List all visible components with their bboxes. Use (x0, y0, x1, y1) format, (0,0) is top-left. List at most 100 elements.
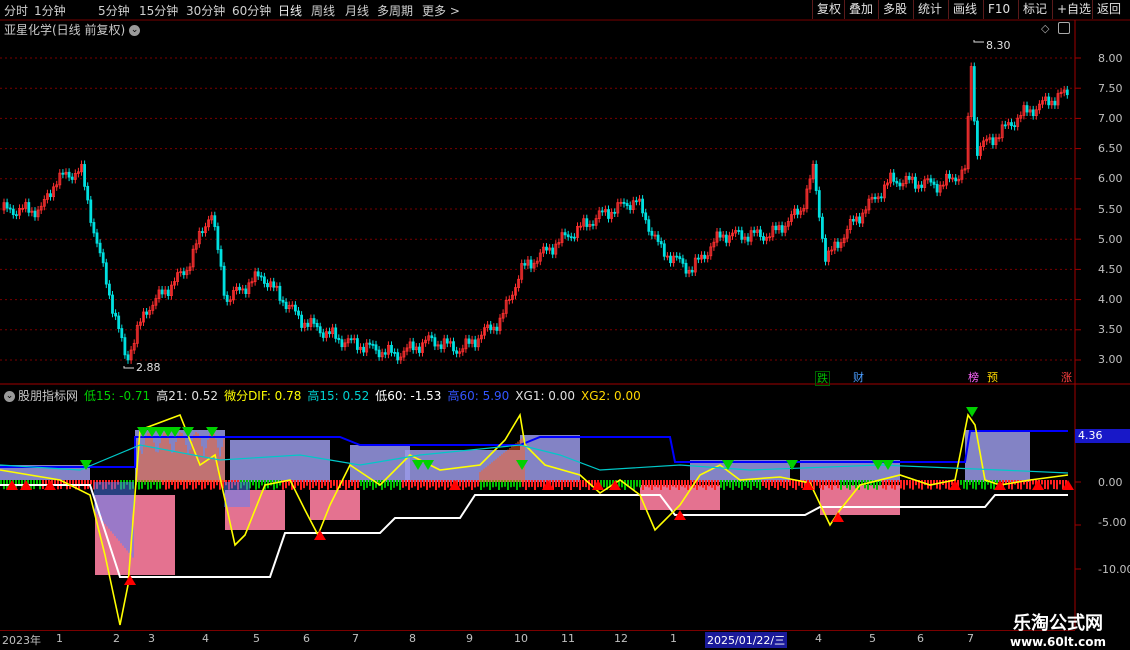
candle-body (817, 190, 821, 218)
add-watchlist-button[interactable]: +自选 (1052, 0, 1095, 19)
event-badge-finance[interactable]: 财 (852, 371, 865, 384)
zero-band-bar (867, 480, 869, 490)
candle-body (1031, 109, 1035, 117)
watermark-title: 乐淘公式网 (1013, 613, 1103, 634)
candle-body (216, 226, 220, 250)
zero-band-bar (726, 480, 728, 487)
candle-body (259, 275, 263, 278)
zero-band-bar (687, 480, 689, 490)
zero-band-bar (753, 480, 755, 487)
zero-band-bar (327, 480, 329, 490)
zero-band-bar (783, 480, 785, 489)
zero-band-bar (330, 480, 332, 489)
zero-band-bar (1044, 480, 1046, 489)
mark-button[interactable]: 标记 (1018, 0, 1051, 19)
candle-body (644, 212, 648, 221)
chevron-down-icon[interactable]: ⌄ (129, 25, 141, 36)
period-tab-60min[interactable]: 60分钟 (232, 2, 271, 19)
event-badge-forecast[interactable]: 预 (986, 371, 999, 384)
event-badge-rise[interactable]: 涨 (1060, 371, 1073, 384)
zero-band-bar (426, 480, 428, 490)
positive-area (230, 440, 330, 482)
diamond-icon[interactable]: ◇ (1041, 22, 1049, 35)
indicator-chart[interactable] (0, 385, 1130, 630)
zero-band-bar (303, 480, 305, 489)
zero-band-bar (993, 480, 995, 490)
candle-body (858, 216, 861, 224)
candle-body (895, 180, 899, 184)
candle-body (892, 172, 896, 182)
indicator-name[interactable]: 股朋指标网 (18, 389, 78, 403)
period-tab-weekly[interactable]: 周线 (311, 2, 335, 19)
period-tab-multi[interactable]: 多周期 (377, 2, 413, 19)
adjust-button[interactable]: 复权 (812, 0, 845, 19)
date-label: 1 (56, 632, 63, 645)
candle-body (675, 255, 679, 258)
period-tab-daily[interactable]: 日线 (278, 2, 302, 19)
candle-body (160, 289, 164, 295)
candle-body (219, 249, 223, 267)
zero-band-bar (366, 480, 368, 488)
price-tick: 8.00 (1098, 52, 1123, 65)
candle-body (300, 314, 304, 328)
candle-body (613, 211, 617, 214)
period-tab-15min[interactable]: 15分钟 (139, 2, 178, 19)
candle-body (126, 354, 130, 361)
chevron-down-icon[interactable]: ⌄ (4, 391, 15, 402)
zero-band-bar (531, 480, 533, 487)
period-tab-more[interactable]: 更多 > (422, 2, 460, 19)
period-tab-1min[interactable]: 1分钟 (34, 2, 66, 19)
zero-band-bar (276, 480, 278, 489)
zero-band-bar (561, 480, 563, 490)
overlay-button[interactable]: 叠加 (844, 0, 877, 19)
period-tab-fenshi[interactable]: 分时 (4, 2, 28, 19)
period-tab-30min[interactable]: 30分钟 (186, 2, 225, 19)
candle-body (662, 243, 666, 257)
period-tab-monthly[interactable]: 月线 (345, 2, 369, 19)
zero-band-bar (579, 480, 581, 490)
candle-body (718, 231, 722, 238)
zero-band-bar (369, 480, 371, 487)
candle-body (355, 338, 359, 350)
back-button[interactable]: 返回 (1092, 0, 1125, 19)
zero-band-bar (411, 480, 413, 488)
zero-band-bar (1059, 480, 1061, 485)
zero-band-bar (1032, 480, 1034, 485)
zero-band-bar (885, 480, 887, 490)
zero-band-bar (582, 480, 584, 487)
event-badge-list[interactable]: 榜 (967, 371, 980, 384)
indicator-value-low15: 低15: -0.71 (84, 389, 151, 403)
candle-body (600, 210, 604, 213)
zero-band-bar (720, 480, 722, 488)
positive-area (690, 460, 790, 482)
candle-body (929, 178, 933, 183)
draw-line-button[interactable]: 画线 (948, 0, 981, 19)
price-tick: 3.50 (1098, 323, 1123, 336)
date-label: 2 (113, 632, 120, 645)
buy-signal-icon (592, 480, 604, 490)
candle-body (284, 301, 288, 310)
zero-band-bar (603, 480, 605, 488)
candle-body (362, 346, 366, 353)
window-icon[interactable] (1058, 22, 1070, 34)
f10-button[interactable]: F10 (983, 0, 1014, 19)
indicator-value-high15: 高15: 0.52 (307, 389, 370, 403)
zero-band-bar (570, 480, 572, 490)
candlestick-chart[interactable] (0, 20, 1130, 385)
stats-button[interactable]: 统计 (913, 0, 946, 19)
candle-body (225, 294, 229, 302)
period-tab-5min[interactable]: 5分钟 (98, 2, 130, 19)
zero-band-bar (666, 480, 668, 488)
zero-band-bar (735, 480, 737, 487)
zero-band-bar (645, 480, 647, 487)
zero-band-bar (681, 480, 683, 487)
zero-band-bar (1053, 480, 1055, 489)
zero-band-bar (468, 480, 470, 487)
candle-body (27, 202, 31, 213)
candle-body (101, 252, 105, 264)
zero-band-bar (831, 480, 833, 490)
candle-body (681, 258, 685, 264)
multi-stock-button[interactable]: 多股 (878, 0, 911, 19)
candle-body (262, 276, 266, 284)
event-badge-drop[interactable]: 跌 (815, 371, 830, 386)
